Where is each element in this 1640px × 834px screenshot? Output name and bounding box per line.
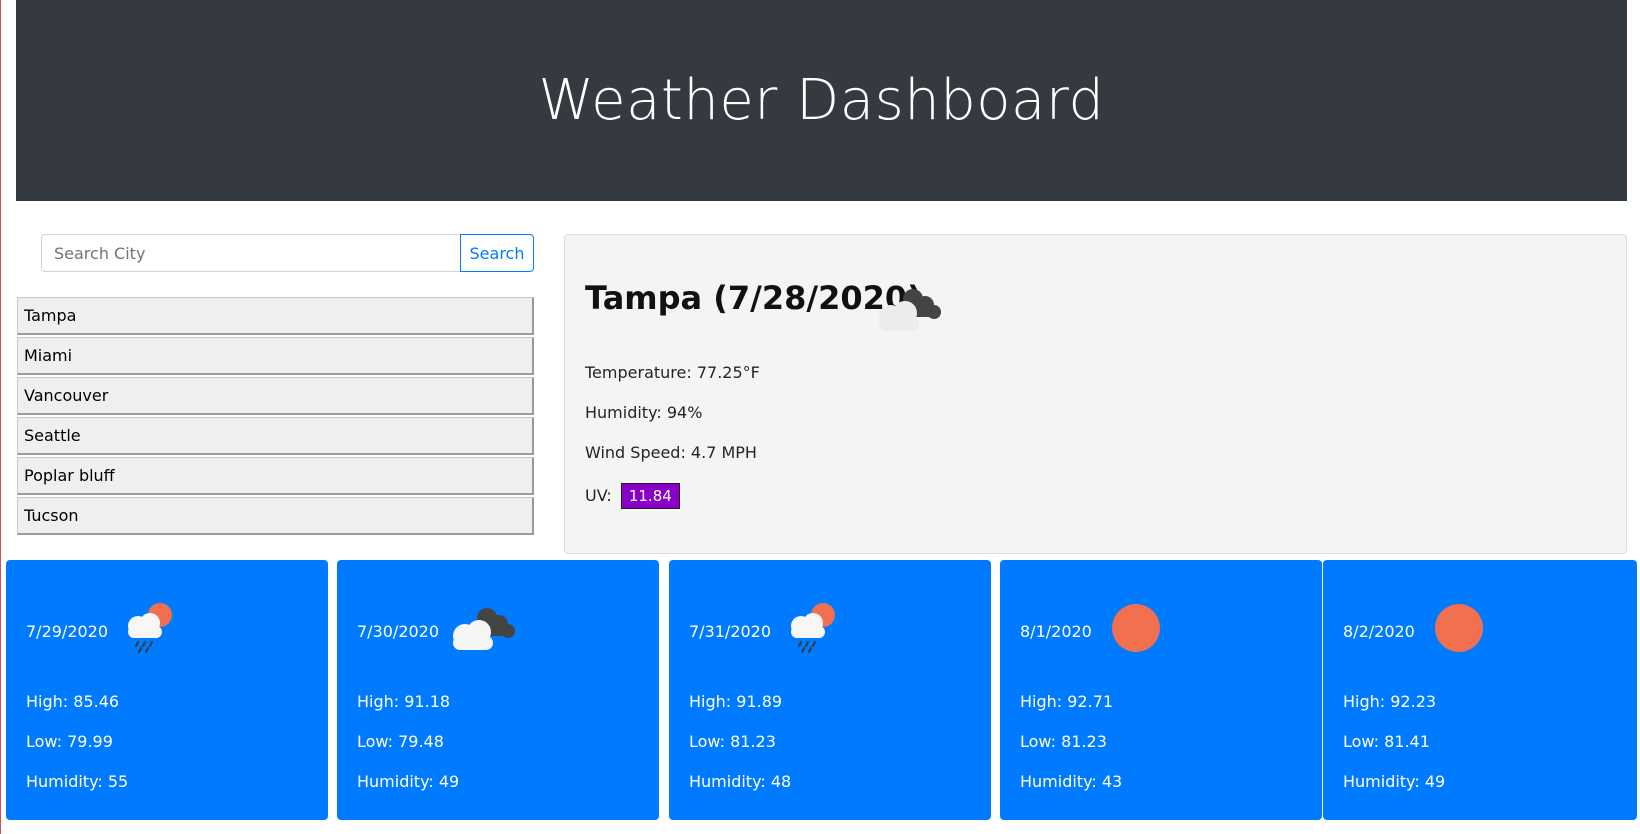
current-weather-card: Tampa (7/28/2020) Temperature: 77.25°F H…: [564, 234, 1627, 554]
search-button[interactable]: Search: [460, 234, 534, 272]
broken-clouds-icon: [453, 608, 515, 650]
sun-icon: [1435, 604, 1483, 652]
search-history-list: Tampa Miami Vancouver Seattle Poplar blu…: [17, 297, 534, 537]
history-item-label: Poplar bluff: [24, 466, 115, 485]
forecast-date: 7/30/2020: [357, 622, 440, 641]
forecast-high: High: 92.23: [1343, 692, 1437, 711]
forecast-card: 7/29/2020 High: 85.46 Low: 79.99 Humidit…: [6, 560, 328, 820]
current-uv: UV: 11.84: [585, 483, 680, 509]
search-input[interactable]: [41, 234, 461, 272]
broken-clouds-icon: [879, 289, 941, 331]
forecast-card: 7/30/2020 High: 91.18 Low: 79.48 Humidit…: [337, 560, 659, 820]
history-item-label: Vancouver: [24, 386, 109, 405]
forecast-humidity: Humidity: 43: [1020, 772, 1123, 791]
history-item-label: Tampa: [24, 306, 77, 325]
forecast-card: 8/2/2020 High: 92.23 Low: 81.41 Humidity…: [1323, 560, 1637, 820]
forecast-high: High: 92.71: [1020, 692, 1114, 711]
history-item-vancouver[interactable]: Vancouver: [17, 377, 534, 415]
forecast-low: Low: 81.23: [1020, 732, 1107, 751]
history-item-poplar-bluff[interactable]: Poplar bluff: [17, 457, 534, 495]
history-item-label: Seattle: [24, 426, 81, 445]
uv-index-badge: 11.84: [620, 483, 680, 509]
current-temperature: Temperature: 77.25°F: [585, 363, 760, 382]
forecast-date: 7/29/2020: [26, 622, 109, 641]
forecast-card: 7/31/2020 High: 91.89 Low: 81.23 Humidit…: [669, 560, 991, 820]
forecast-date: 7/31/2020: [689, 622, 772, 641]
history-item-tucson[interactable]: Tucson: [17, 497, 534, 535]
history-item-seattle[interactable]: Seattle: [17, 417, 534, 455]
page-edge-line: [0, 0, 1, 834]
history-item-label: Tucson: [24, 506, 79, 525]
forecast-date: 8/1/2020: [1020, 622, 1092, 641]
forecast-humidity: Humidity: 49: [357, 772, 460, 791]
forecast-low: Low: 79.48: [357, 732, 444, 751]
forecast-humidity: Humidity: 48: [689, 772, 792, 791]
uv-label: UV:: [585, 486, 612, 505]
forecast-low: Low: 79.99: [26, 732, 113, 751]
current-humidity: Humidity: 94%: [585, 403, 703, 422]
forecast-low: Low: 81.23: [689, 732, 776, 751]
header-banner: Weather Dashboard: [16, 0, 1627, 201]
forecast-date: 8/2/2020: [1343, 622, 1415, 641]
forecast-low: Low: 81.41: [1343, 732, 1430, 751]
forecast-card: 8/1/2020 High: 92.71 Low: 81.23 Humidity…: [1000, 560, 1322, 820]
forecast-humidity: Humidity: 49: [1343, 772, 1446, 791]
history-item-miami[interactable]: Miami: [17, 337, 534, 375]
forecast-humidity: Humidity: 55: [26, 772, 129, 791]
rain-sun-icon: [128, 603, 172, 653]
rain-sun-icon: [791, 603, 835, 653]
page-title: Weather Dashboard: [538, 68, 1105, 133]
current-wind-speed: Wind Speed: 4.7 MPH: [585, 443, 757, 462]
sun-icon: [1112, 604, 1160, 652]
forecast-high: High: 91.89: [689, 692, 783, 711]
forecast-high: High: 85.46: [26, 692, 120, 711]
forecast-high: High: 91.18: [357, 692, 451, 711]
history-item-label: Miami: [24, 346, 73, 365]
history-item-tampa[interactable]: Tampa: [17, 297, 534, 335]
